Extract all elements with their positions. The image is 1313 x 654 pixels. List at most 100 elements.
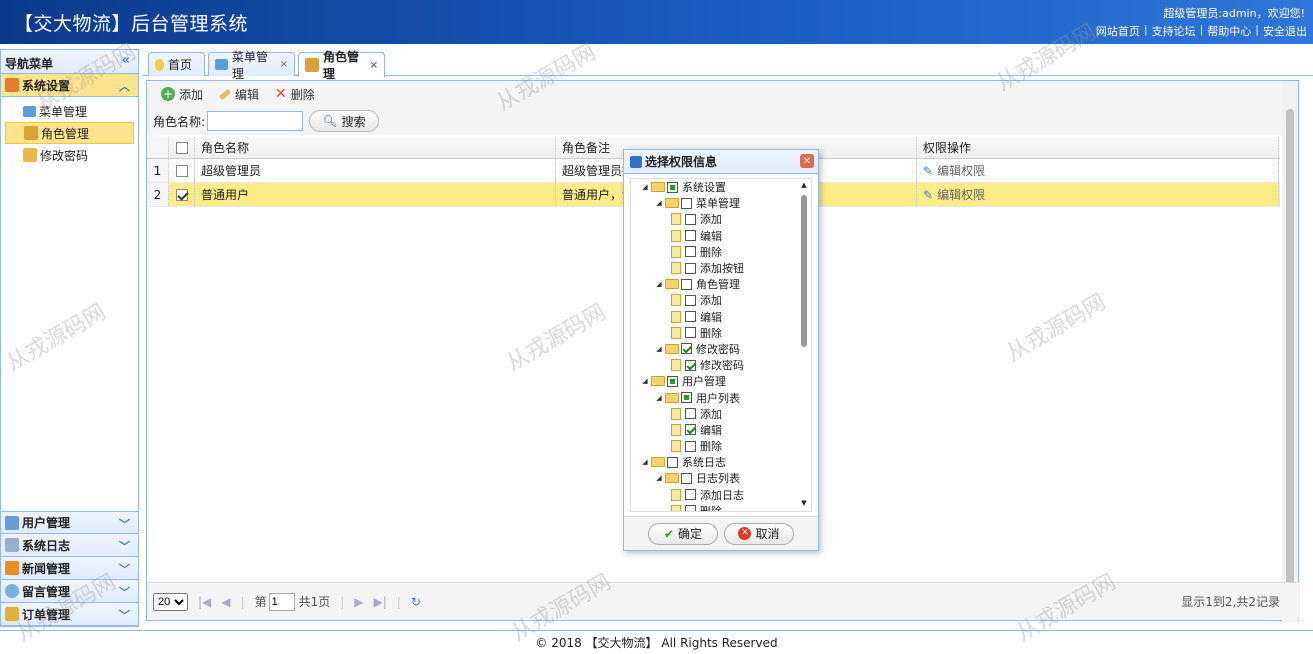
tree-node[interactable]: ◢ 菜单管理 <box>631 195 811 211</box>
sidebar-item-menu[interactable]: 菜单管理 <box>5 100 134 122</box>
expand-triangle-icon[interactable]: ◢ <box>655 474 663 482</box>
edit-button[interactable]: 编辑 <box>218 86 259 103</box>
scroll-down-icon[interactable]: ▼ <box>799 499 809 507</box>
tree-checkbox[interactable] <box>685 489 696 501</box>
row-checkbox-cell[interactable] <box>169 183 195 206</box>
section-sys-log[interactable]: 系统日志 ﹀ <box>1 534 138 557</box>
tree-checkbox[interactable] <box>667 375 678 387</box>
tree-checkbox[interactable] <box>685 262 696 274</box>
scroll-thumb[interactable] <box>1286 109 1294 599</box>
expand-triangle-icon[interactable]: ◢ <box>655 394 663 402</box>
prev-page-icon[interactable]: ◀ <box>221 595 230 609</box>
tree-node[interactable]: ◢ 角色管理 <box>631 276 811 292</box>
expand-triangle-icon[interactable]: ◢ <box>641 458 649 466</box>
delete-button[interactable]: ✕ 删除 <box>275 86 315 103</box>
section-system-settings[interactable]: 系统设置 ︿ <box>1 74 138 97</box>
scroll-up-icon[interactable]: ▲ <box>799 181 809 189</box>
tree-checkbox[interactable] <box>685 327 696 339</box>
row-checkbox[interactable] <box>175 164 188 177</box>
tree-checkbox[interactable] <box>685 359 696 371</box>
close-icon[interactable]: × <box>280 59 288 70</box>
search-button[interactable]: 🔍︎ 搜索 <box>309 110 380 132</box>
scroll-thumb[interactable] <box>801 195 807 347</box>
tree-node[interactable]: 删除 <box>631 325 811 341</box>
row-checkbox[interactable] <box>175 188 188 201</box>
tree-node[interactable]: 编辑 <box>631 422 811 438</box>
tree-checkbox[interactable] <box>685 505 696 511</box>
tree-checkbox[interactable] <box>685 424 696 436</box>
col-header-action[interactable]: 权限操作 <box>917 137 1279 158</box>
sidebar-item-password[interactable]: 修改密码 <box>5 144 134 166</box>
expand-triangle-icon[interactable]: ◢ <box>641 183 649 191</box>
link-logout[interactable]: 安全退出 <box>1263 23 1307 39</box>
tree-checkbox[interactable] <box>685 408 696 420</box>
add-button[interactable]: + 添加 <box>161 86 203 103</box>
tree-checkbox[interactable] <box>681 197 692 209</box>
tree-node[interactable]: 删除 <box>631 503 811 511</box>
page-input[interactable] <box>268 592 295 611</box>
tree-checkbox[interactable] <box>685 311 696 323</box>
link-home[interactable]: 网站首页 <box>1096 23 1140 39</box>
cancel-button[interactable]: ✕ 取消 <box>724 522 794 545</box>
edit-permission-link[interactable]: ✎ 编辑权限 <box>917 159 1279 182</box>
tree-node[interactable]: ◢ 修改密码 <box>631 341 811 357</box>
section-user-mgmt[interactable]: 用户管理 ﹀ <box>1 511 138 534</box>
tree-node[interactable]: ◢ 系统日志 <box>631 454 811 470</box>
link-forum[interactable]: 支持论坛 <box>1152 23 1196 39</box>
tree-node[interactable]: 添加日志 <box>631 487 811 503</box>
tree-checkbox[interactable] <box>685 230 696 242</box>
section-orders[interactable]: 订单管理 ﹀ <box>1 603 138 626</box>
tree-scrollbar[interactable]: ▲ ▼ <box>799 181 809 507</box>
tab-role[interactable]: 角色管理 × <box>298 50 385 81</box>
section-news[interactable]: 新闻管理 ﹀ <box>1 557 138 580</box>
tree-node[interactable]: 添加 <box>631 292 811 308</box>
tree-node[interactable]: 添加按钮 <box>631 260 811 276</box>
select-all-cell[interactable] <box>169 137 195 158</box>
expand-triangle-icon[interactable]: ◢ <box>655 280 663 288</box>
close-icon[interactable]: ✕ <box>800 154 814 168</box>
tree-node[interactable]: 添加 <box>631 211 811 227</box>
collapse-icon[interactable]: « <box>122 53 130 68</box>
tree-checkbox[interactable] <box>685 213 696 225</box>
refresh-icon[interactable]: ↻ <box>411 595 421 609</box>
page-size-select[interactable]: 20 <box>153 592 188 611</box>
sidebar-item-role[interactable]: 角色管理 <box>5 122 134 144</box>
tree-checkbox[interactable] <box>681 392 692 404</box>
edit-permission-link[interactable]: ✎ 编辑权限 <box>917 183 1279 206</box>
select-all-checkbox[interactable] <box>175 141 188 154</box>
tree-node[interactable]: ◢ 系统设置 <box>631 179 811 195</box>
section-messages[interactable]: 留言管理 ﹀ <box>1 580 138 603</box>
tree-checkbox[interactable] <box>685 246 696 258</box>
ok-button[interactable]: ✔ 确定 <box>648 522 718 545</box>
tree-checkbox[interactable] <box>667 456 678 468</box>
close-icon[interactable]: × <box>370 60 378 71</box>
tree-checkbox[interactable] <box>681 343 692 355</box>
first-page-icon[interactable]: |◀ <box>198 595 211 609</box>
tree-checkbox[interactable] <box>667 181 678 193</box>
expand-triangle-icon[interactable]: ◢ <box>655 345 663 353</box>
vertical-scrollbar[interactable] <box>1282 81 1298 622</box>
col-header-name[interactable]: 角色名称 <box>195 137 556 158</box>
tree-checkbox[interactable] <box>681 472 692 484</box>
tree-checkbox[interactable] <box>681 278 692 290</box>
tree-node[interactable]: 删除 <box>631 438 811 454</box>
tree-node[interactable]: ◢ 用户管理 <box>631 373 811 389</box>
tab-home[interactable]: 首页 <box>148 52 205 76</box>
row-checkbox-cell[interactable] <box>169 159 195 182</box>
tree-node[interactable]: 编辑 <box>631 228 811 244</box>
tree-checkbox[interactable] <box>685 440 696 452</box>
tree-node[interactable]: ◢ 日志列表 <box>631 470 811 486</box>
expand-triangle-icon[interactable]: ◢ <box>641 377 649 385</box>
tab-menu[interactable]: 菜单管理 × <box>208 50 295 81</box>
tree-node[interactable]: 修改密码 <box>631 357 811 373</box>
tree-checkbox[interactable] <box>685 294 696 306</box>
link-help[interactable]: 帮助中心 <box>1207 23 1251 39</box>
tree-node[interactable]: 添加 <box>631 406 811 422</box>
tree-node[interactable]: 编辑 <box>631 309 811 325</box>
expand-triangle-icon[interactable]: ◢ <box>655 199 663 207</box>
role-name-input[interactable] <box>207 111 304 131</box>
last-page-icon[interactable]: ▶| <box>374 595 387 609</box>
next-page-icon[interactable]: ▶ <box>354 595 363 609</box>
tree-node[interactable]: ◢ 用户列表 <box>631 389 811 405</box>
tree-node[interactable]: 删除 <box>631 244 811 260</box>
